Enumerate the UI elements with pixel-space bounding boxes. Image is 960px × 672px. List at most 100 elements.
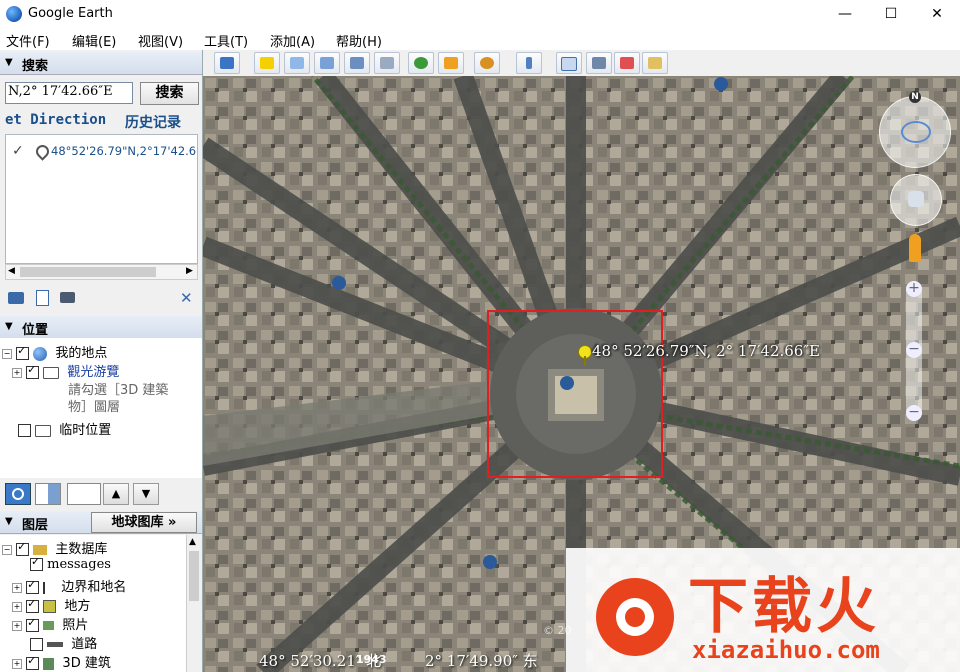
copy-icon[interactable] bbox=[36, 290, 49, 306]
database-icon bbox=[33, 544, 48, 555]
watermark-domain: xiazaihuo.com bbox=[692, 636, 880, 664]
expand-icon[interactable]: + bbox=[12, 658, 22, 669]
zoom-handle[interactable]: − bbox=[906, 342, 922, 358]
email-button[interactable] bbox=[556, 52, 582, 74]
layer-roads[interactable]: 道路 bbox=[30, 633, 97, 652]
search-button[interactable]: 搜索 bbox=[140, 82, 199, 105]
scrollbar-thumb[interactable] bbox=[189, 551, 199, 601]
checkbox[interactable] bbox=[26, 616, 40, 632]
menu-help[interactable]: 帮助(H) bbox=[336, 31, 382, 50]
scroll-up-icon[interactable]: ▲ bbox=[189, 537, 196, 547]
layers-scrollbar[interactable]: ▲ bbox=[186, 535, 202, 672]
collapse-icon[interactable]: − bbox=[2, 544, 12, 555]
placemark-button[interactable] bbox=[254, 52, 280, 74]
collapse-icon[interactable]: − bbox=[2, 348, 12, 359]
expand-icon[interactable]: + bbox=[12, 620, 22, 631]
placemark-pin-stem bbox=[584, 356, 586, 366]
layer-places[interactable]: + 地方 bbox=[12, 595, 90, 614]
checkbox[interactable] bbox=[26, 654, 40, 670]
sunlight-button[interactable] bbox=[438, 52, 464, 74]
google-maps-button[interactable] bbox=[614, 52, 640, 74]
earth-gallery-button[interactable]: 地球图库 » bbox=[91, 512, 197, 533]
scroll-left-icon[interactable]: ◀ bbox=[8, 266, 15, 276]
search-input[interactable]: N,2° 17′42.66″E bbox=[5, 82, 133, 104]
horizontal-scrollbar[interactable]: ◀ ▶ bbox=[5, 264, 198, 280]
tree-item-my-places[interactable]: − 我的地点 bbox=[2, 342, 107, 361]
minimize-button[interactable]: — bbox=[822, 0, 868, 28]
layer-photos[interactable]: + 照片 bbox=[12, 614, 88, 633]
search-section-header[interactable]: ▼ 搜索 bbox=[0, 52, 202, 75]
collapse-triangle-icon: ▼ bbox=[5, 321, 13, 332]
layer-3d-buildings[interactable]: + 3D 建筑 bbox=[12, 652, 111, 671]
polygon-button[interactable] bbox=[284, 52, 310, 74]
zoom-slider[interactable]: + − − bbox=[906, 281, 922, 421]
ruler-button[interactable] bbox=[516, 52, 542, 74]
look-joystick[interactable]: N bbox=[879, 91, 951, 168]
menu-edit[interactable]: 编辑(E) bbox=[72, 31, 116, 50]
places-actions-bar: ▲ ▼ bbox=[0, 480, 202, 508]
add-folder-icon[interactable] bbox=[8, 292, 24, 304]
menu-view[interactable]: 视图(V) bbox=[138, 31, 183, 50]
clear-results-icon[interactable]: ✕ bbox=[180, 289, 193, 307]
places-tree: − 我的地点 + 觀光游覽 請勾選［3D 建築 物］圖層 临时位置 bbox=[0, 338, 202, 478]
planets-button[interactable] bbox=[474, 52, 500, 74]
watermark-brand: 下载火 bbox=[688, 572, 880, 642]
scrollbar-thumb[interactable] bbox=[20, 267, 156, 277]
menu-tools[interactable]: 工具(T) bbox=[204, 31, 248, 50]
checkbox[interactable] bbox=[30, 555, 43, 571]
expand-icon[interactable]: + bbox=[12, 601, 22, 612]
path-button[interactable] bbox=[314, 52, 340, 74]
tab-history[interactable]: 历史记录 bbox=[125, 112, 181, 132]
street-view-pegman-icon[interactable] bbox=[909, 234, 921, 262]
overlay-button[interactable] bbox=[344, 52, 370, 74]
maximize-button[interactable]: ☐ bbox=[868, 0, 914, 28]
scroll-right-icon[interactable]: ▶ bbox=[186, 266, 193, 276]
places-section-header[interactable]: ▼ 位置 bbox=[0, 316, 202, 339]
checkbox[interactable] bbox=[16, 344, 30, 360]
checkbox[interactable] bbox=[26, 597, 40, 613]
menu-add[interactable]: 添加(A) bbox=[270, 31, 315, 50]
print-button[interactable] bbox=[586, 52, 612, 74]
save-image-button[interactable] bbox=[642, 52, 668, 74]
opacity-slider[interactable] bbox=[67, 483, 101, 505]
move-down-button[interactable]: ▼ bbox=[133, 483, 159, 505]
google-earth-icon bbox=[6, 6, 22, 22]
checkbox[interactable] bbox=[26, 578, 40, 594]
collapse-triangle-icon: ▼ bbox=[5, 516, 13, 527]
folder-icon bbox=[43, 366, 60, 379]
title-bar: Google Earth — ☐ ✕ bbox=[0, 0, 960, 28]
north-icon[interactable]: N bbox=[909, 91, 921, 103]
layer-messages[interactable]: messages bbox=[30, 555, 111, 572]
search-result-item[interactable]: 48°52'26.79"N,2°17'42.66" bbox=[51, 144, 197, 158]
sidebar-toggle-button[interactable] bbox=[214, 52, 240, 74]
expand-icon[interactable]: + bbox=[12, 367, 22, 378]
print-icon[interactable] bbox=[60, 292, 75, 303]
hand-icon bbox=[908, 191, 924, 207]
tree-item-note-line2: 物］圖層 bbox=[68, 400, 121, 415]
checkbox[interactable] bbox=[30, 638, 43, 651]
zoom-in-icon[interactable]: + bbox=[906, 281, 922, 297]
historical-imagery-button[interactable] bbox=[408, 52, 434, 74]
panel-view-button[interactable] bbox=[35, 483, 61, 505]
close-button[interactable]: ✕ bbox=[914, 0, 960, 28]
flag-icon bbox=[43, 581, 55, 594]
search-places-button[interactable] bbox=[5, 483, 31, 505]
zoom-out-icon[interactable]: − bbox=[906, 405, 922, 421]
expand-icon[interactable]: + bbox=[12, 582, 22, 593]
search-results-list: ✓ 48°52'26.79"N,2°17'42.66" bbox=[5, 134, 198, 264]
move-up-button[interactable]: ▲ bbox=[103, 483, 129, 505]
checkbox[interactable] bbox=[16, 540, 30, 556]
tree-item-temporary-places[interactable]: 临时位置 bbox=[18, 419, 111, 438]
watermark: 下载火 xiazaihuo.com bbox=[566, 548, 960, 672]
layer-primary-database[interactable]: − 主数据库 bbox=[2, 538, 107, 557]
tree-item-sightseeing[interactable]: + 觀光游覽 bbox=[12, 361, 119, 380]
tour-button[interactable] bbox=[374, 52, 400, 74]
tab-directions[interactable]: et Direction bbox=[5, 112, 106, 128]
layer-borders-labels[interactable]: + 边界和地名 bbox=[12, 576, 126, 595]
menu-file[interactable]: 文件(F) bbox=[6, 31, 50, 50]
move-joystick[interactable] bbox=[890, 174, 942, 226]
checkbox[interactable] bbox=[18, 424, 31, 437]
watermark-logo-icon bbox=[596, 578, 674, 656]
placemark-label: 48° 52′26.79″N, 2° 17′42.66″E bbox=[592, 342, 820, 360]
checkbox[interactable] bbox=[26, 363, 40, 379]
